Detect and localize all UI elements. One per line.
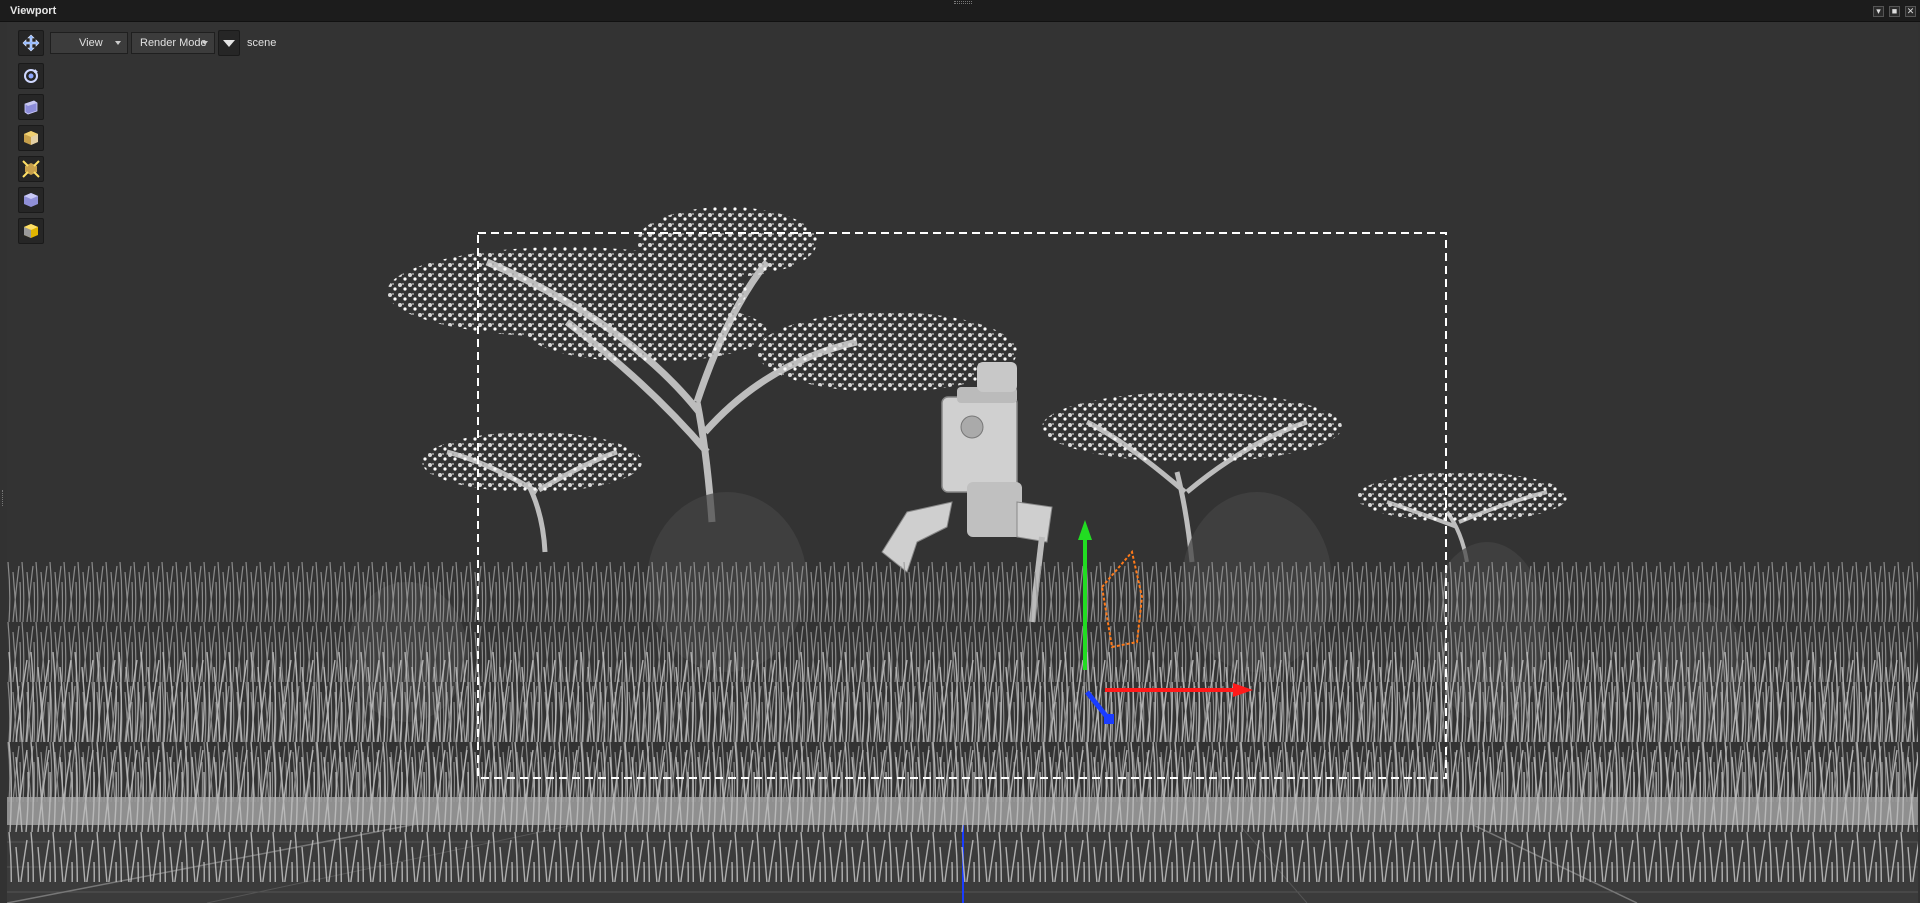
camera-view-button[interactable]: [18, 94, 44, 120]
view-dropdown[interactable]: View: [50, 32, 128, 54]
shaded-cube-icon: [24, 131, 38, 145]
lighting-mode-button[interactable]: [18, 156, 44, 182]
gizmo-y-arrow[interactable]: [1078, 520, 1092, 540]
maximize-button[interactable]: ■: [1889, 6, 1900, 17]
shaded-mode-button[interactable]: [18, 125, 44, 151]
orbit-tool-button[interactable]: [18, 63, 44, 89]
menu-dropdown-button[interactable]: ▾: [1873, 6, 1884, 17]
title-bar: Viewport ▾ ■ ✕: [0, 0, 1920, 22]
orbit-tool-icon: [24, 69, 38, 83]
wireframe-cube-icon: [24, 193, 38, 207]
close-button[interactable]: ✕: [1905, 6, 1916, 17]
left-splitter-handle[interactable]: [2, 490, 5, 506]
gizmo-z-handle[interactable]: [1104, 714, 1114, 724]
wireframe-mode-button[interactable]: [18, 187, 44, 213]
acacia-tree-right: [1357, 472, 1567, 563]
acacia-tree-left: [422, 432, 642, 553]
window-title: Viewport: [10, 5, 57, 17]
textured-cube-icon: [24, 224, 38, 238]
drag-grip[interactable]: [954, 1, 972, 4]
render-mode-dropdown[interactable]: Render Mode: [131, 32, 215, 54]
move-arrows-icon: [22, 34, 40, 52]
3d-viewport[interactable]: [7, 22, 1918, 903]
perspective-camera-icon: [24, 100, 38, 115]
view-dropdown-label: View: [79, 37, 103, 49]
options-dropdown-button[interactable]: [218, 30, 240, 56]
lighting-cube-icon: [22, 160, 40, 178]
triangle-down-icon: [223, 39, 235, 47]
scene-label: scene: [247, 37, 277, 49]
viewport-window: Viewport ▾ ■ ✕ View Render Mode scene: [0, 0, 1920, 903]
move-tool-button[interactable]: [18, 30, 44, 56]
render-mode-label: Render Mode: [140, 37, 207, 49]
scene-render[interactable]: [7, 22, 1918, 903]
chevron-down-icon: [115, 41, 121, 45]
grass-field-front: [7, 652, 1918, 882]
chevron-down-icon: [202, 41, 208, 45]
textured-mode-button[interactable]: [18, 218, 44, 244]
